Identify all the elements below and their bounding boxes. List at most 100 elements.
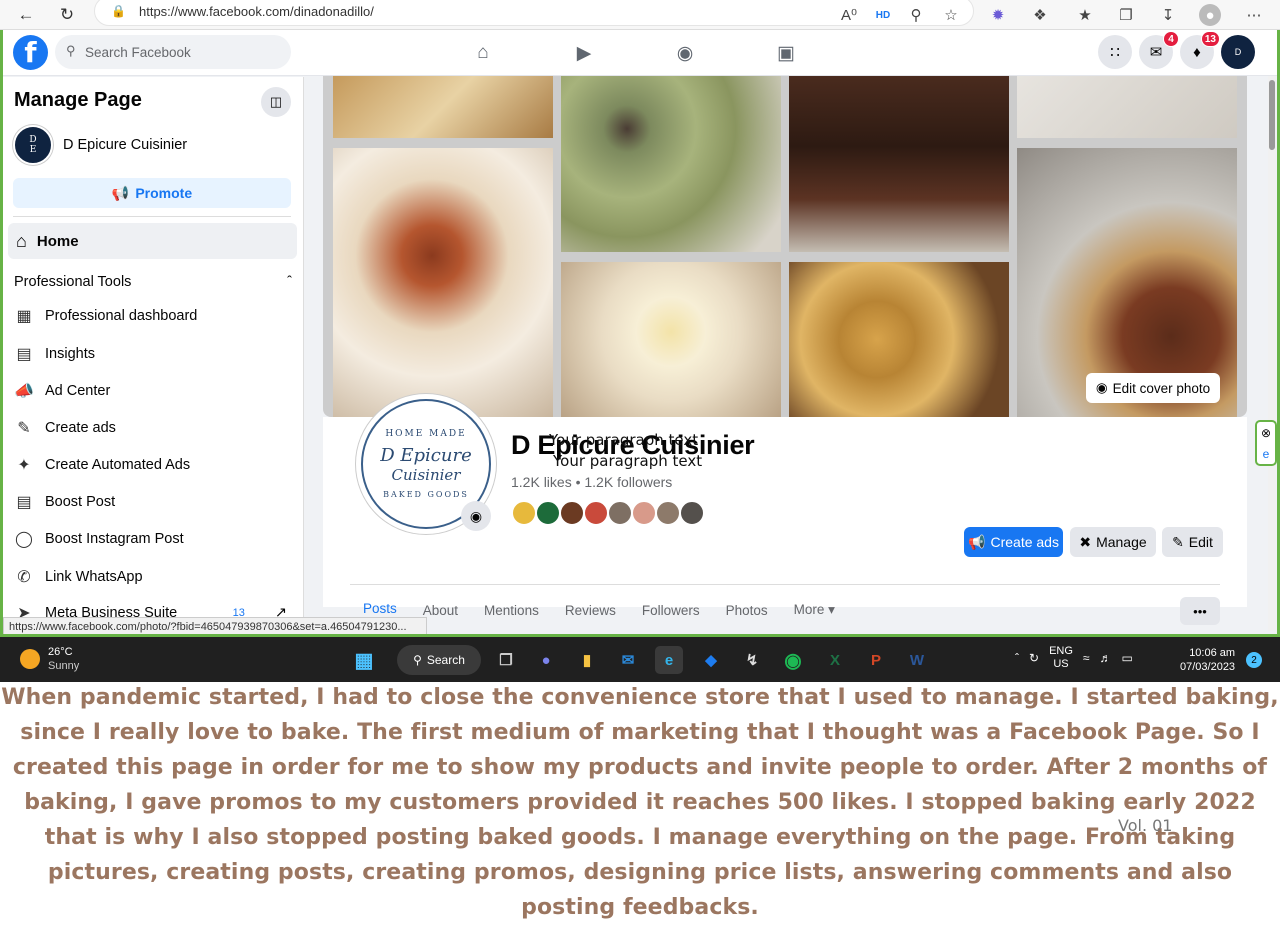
wifi-icon[interactable]: ≈ bbox=[1083, 651, 1090, 665]
manage-page-sidebar: Manage Page ◫ DE D Epicure Cuisinier 📢 P… bbox=[3, 77, 304, 634]
create-ads-button[interactable]: 📢 Create ads bbox=[964, 527, 1063, 557]
messenger-icon[interactable]: ✉ 4 bbox=[1139, 31, 1179, 69]
extensions-icon[interactable]: ❖ bbox=[1029, 4, 1051, 26]
tab-reviews[interactable]: Reviews bbox=[552, 585, 629, 634]
magic-wand-icon: ✦ bbox=[17, 457, 31, 474]
edge-icon[interactable]: e bbox=[1263, 447, 1270, 461]
avatar bbox=[655, 500, 681, 526]
copilot-icon[interactable]: ✹ bbox=[987, 4, 1009, 26]
manage-button[interactable]: ✖ Manage bbox=[1070, 527, 1156, 557]
back-arrow-icon[interactable]: ← bbox=[14, 3, 38, 27]
insights-icon: ▤ bbox=[16, 346, 32, 363]
watch-icon[interactable]: ▶ bbox=[569, 38, 599, 68]
professional-tools-header[interactable]: Professional Tools ˆ bbox=[14, 274, 292, 290]
boost-icon: ▤ bbox=[16, 494, 32, 511]
avatar bbox=[511, 500, 537, 526]
sidebar-item-boost-post[interactable]: ▤ Boost Post bbox=[13, 492, 293, 512]
sidebar-item-link-whatsapp[interactable]: ✆ Link WhatsApp bbox=[13, 567, 293, 587]
status-bar-url: https://www.facebook.com/photo/?fbid=465… bbox=[3, 617, 427, 634]
notification-count[interactable]: 2 bbox=[1246, 652, 1262, 668]
edit-button[interactable]: ✎ Edit bbox=[1162, 527, 1223, 557]
mail-icon[interactable]: ✉ bbox=[614, 646, 642, 674]
clock[interactable]: 10:06 am 07/03/2023 bbox=[1180, 646, 1235, 674]
tab-followers[interactable]: Followers bbox=[629, 585, 713, 634]
battery-icon[interactable]: ▭ bbox=[1122, 651, 1133, 665]
zoom-icon[interactable]: ⚲ bbox=[905, 4, 927, 26]
profile-icon[interactable]: ● bbox=[1199, 4, 1221, 26]
edit-cover-photo-button[interactable]: ◉ Edit cover photo bbox=[1086, 373, 1220, 403]
sidebar-item-create-automated-ads[interactable]: ✦ Create Automated Ads bbox=[13, 455, 293, 475]
language-indicator[interactable]: ENG US bbox=[1049, 645, 1073, 671]
promote-label: Promote bbox=[135, 185, 193, 201]
cover-tile-brownies bbox=[789, 76, 1009, 252]
file-explorer-icon[interactable]: ▮ bbox=[573, 646, 601, 674]
scrollbar-thumb[interactable] bbox=[1269, 80, 1275, 150]
hd-icon[interactable]: HD bbox=[872, 4, 894, 26]
chevron-up-icon[interactable]: ˆ bbox=[1015, 651, 1019, 665]
lock-icon: 🔒 bbox=[111, 4, 126, 18]
more-icon[interactable]: ⋯ bbox=[1243, 4, 1265, 26]
avatar bbox=[535, 500, 561, 526]
close-icon[interactable]: ⊗ bbox=[1261, 426, 1271, 440]
meet-icon[interactable]: ● bbox=[532, 646, 560, 674]
downloads-icon[interactable]: ↧ bbox=[1157, 4, 1179, 26]
taskbar-search[interactable]: ⚲ Search bbox=[397, 645, 481, 675]
scrollbar[interactable] bbox=[1268, 76, 1276, 631]
refresh-icon[interactable]: ↻ bbox=[55, 3, 79, 27]
collapse-sidebar-icon[interactable]: ◫ bbox=[261, 87, 291, 117]
sidebar-page-switcher[interactable]: DE D Epicure Cuisinier bbox=[13, 125, 187, 165]
account-avatar[interactable]: D bbox=[1221, 35, 1255, 69]
read-aloud-icon[interactable]: A⁰ bbox=[838, 4, 860, 26]
groups-icon[interactable]: ◉ bbox=[670, 38, 700, 68]
dropbox-icon[interactable]: ◆ bbox=[697, 646, 725, 674]
volume-icon[interactable]: ♬ bbox=[1100, 651, 1112, 665]
side-widget[interactable]: ⊗ e bbox=[1255, 420, 1277, 466]
tab-more[interactable]: More ▾ bbox=[781, 585, 848, 634]
spotify-icon[interactable]: ◉ bbox=[779, 646, 807, 674]
word-icon[interactable]: W bbox=[903, 646, 931, 674]
sidebar-item-label: Ad Center bbox=[45, 383, 111, 399]
whatsapp-icon: ✆ bbox=[17, 569, 31, 586]
cover-tile-bread bbox=[333, 76, 553, 138]
cover-tile-choco-cookies bbox=[789, 262, 1009, 417]
task-view-icon[interactable]: ❐ bbox=[492, 646, 520, 674]
camera-icon[interactable]: ◉ bbox=[461, 501, 491, 531]
avatar bbox=[559, 500, 585, 526]
sidebar-item-label: Insights bbox=[45, 346, 95, 362]
windows-start-icon[interactable]: ▦ bbox=[350, 646, 378, 674]
notifications-bell-icon[interactable]: ♦ 13 bbox=[1180, 31, 1220, 69]
cover-photo[interactable]: ◉ Edit cover photo bbox=[323, 76, 1247, 417]
excel-icon[interactable]: X bbox=[821, 646, 849, 674]
follower-avatars[interactable] bbox=[511, 500, 705, 526]
section-label: Professional Tools bbox=[14, 274, 132, 290]
sync-icon[interactable]: ↻ bbox=[1029, 651, 1039, 665]
sidebar-item-create-ads[interactable]: ✎ Create ads bbox=[13, 418, 293, 438]
powerpoint-icon[interactable]: P bbox=[862, 646, 890, 674]
page-stats: 1.2K likes • 1.2K followers bbox=[511, 474, 673, 490]
sidebar-item-ad-center[interactable]: 📣 Ad Center bbox=[13, 381, 293, 401]
more-options-button[interactable]: ••• bbox=[1180, 597, 1220, 625]
sidebar-item-label: Professional dashboard bbox=[45, 308, 198, 324]
sidebar-item-home[interactable]: ⌂ Home bbox=[8, 223, 297, 259]
home-icon: ⌂ bbox=[16, 230, 27, 251]
dashboard-icon: ▦ bbox=[16, 308, 32, 325]
sidebar-item-boost-instagram-post[interactable]: ◯ Boost Instagram Post bbox=[13, 529, 293, 549]
gaming-icon[interactable]: ▣ bbox=[771, 38, 801, 68]
collections-icon[interactable]: ❐ bbox=[1115, 4, 1137, 26]
menu-grid-icon[interactable]: ∷ bbox=[1098, 35, 1132, 69]
tab-photos[interactable]: Photos bbox=[713, 585, 781, 634]
promote-button[interactable]: 📢 Promote bbox=[13, 178, 291, 208]
search-input[interactable]: ⚲ Search Facebook bbox=[55, 35, 291, 69]
weather-widget[interactable]: 26°C Sunny bbox=[20, 645, 79, 673]
sidebar-item-professional-dashboard[interactable]: ▦ Professional dashboard bbox=[13, 306, 293, 326]
sun-icon bbox=[20, 649, 40, 669]
favorite-add-icon[interactable]: ☆ bbox=[940, 4, 962, 26]
bolt-app-icon[interactable]: ↯ bbox=[738, 646, 766, 674]
edge-icon[interactable]: e bbox=[655, 646, 683, 674]
home-icon[interactable]: ⌂ bbox=[468, 38, 498, 68]
system-tray: ˆ ↻ ENG US ≈ ♬ ▭ bbox=[1015, 645, 1133, 671]
facebook-logo-icon[interactable]: f bbox=[13, 35, 48, 70]
sidebar-item-insights[interactable]: ▤ Insights bbox=[13, 344, 293, 364]
tab-mentions[interactable]: Mentions bbox=[471, 585, 552, 634]
favorites-icon[interactable]: ★ bbox=[1074, 4, 1096, 26]
